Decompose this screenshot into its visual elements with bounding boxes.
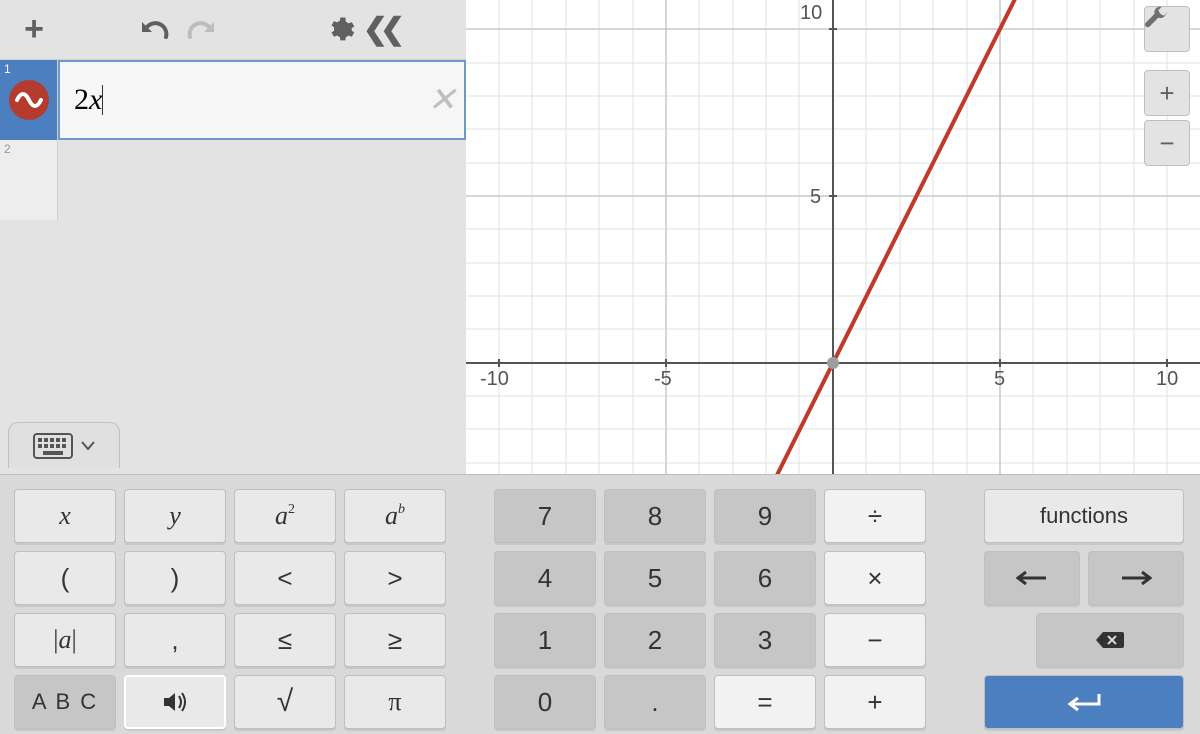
- backspace-icon: [1095, 630, 1125, 650]
- key-sqrt[interactable]: √: [234, 675, 336, 729]
- key-6[interactable]: 6: [714, 551, 816, 605]
- axis-label-xneg10: -10: [480, 368, 509, 391]
- key-pi[interactable]: π: [344, 675, 446, 729]
- key-comma[interactable]: ,: [124, 613, 226, 667]
- redo-button[interactable]: [180, 10, 220, 50]
- key-cursor-left[interactable]: [984, 551, 1080, 605]
- axis-label-y10: 10: [800, 2, 822, 25]
- key-backspace[interactable]: [1036, 613, 1184, 667]
- wave-icon: [14, 85, 44, 115]
- key-open-paren[interactable]: (: [14, 551, 116, 605]
- expression-row-2[interactable]: 2 ✕: [0, 140, 466, 220]
- key-4[interactable]: 4: [494, 551, 596, 605]
- key-divide[interactable]: ÷: [824, 489, 926, 543]
- key-7[interactable]: 7: [494, 489, 596, 543]
- key-3[interactable]: 3: [714, 613, 816, 667]
- keypad: x y a2 ab ( ) < > |a| , ≤ ≥ A B C √ π 7 …: [0, 474, 1200, 734]
- axis-label-xneg5: -5: [654, 368, 672, 391]
- key-2[interactable]: 2: [604, 613, 706, 667]
- add-expression-button[interactable]: +: [14, 10, 54, 50]
- graph-settings-button[interactable]: [1144, 6, 1190, 52]
- settings-button[interactable]: [320, 10, 360, 50]
- key-lte[interactable]: ≤: [234, 613, 336, 667]
- axis-label-x10: 10: [1156, 368, 1178, 391]
- arrow-right-icon: [1120, 571, 1152, 585]
- key-abs[interactable]: |a|: [14, 613, 116, 667]
- axis-label-y5: 5: [810, 186, 821, 209]
- key-8[interactable]: 8: [604, 489, 706, 543]
- expression-sidebar: + ❮❮ 1 2x ✕: [0, 0, 466, 474]
- key-gte[interactable]: ≥: [344, 613, 446, 667]
- delete-expression-button[interactable]: ✕: [428, 80, 457, 120]
- undo-button[interactable]: [136, 10, 176, 50]
- key-enter[interactable]: [984, 675, 1184, 729]
- gear-icon: [325, 15, 355, 45]
- redo-icon: [183, 17, 217, 43]
- key-plus[interactable]: +: [824, 675, 926, 729]
- key-equals[interactable]: =: [714, 675, 816, 729]
- key-5[interactable]: 5: [604, 551, 706, 605]
- enter-icon: [1064, 691, 1104, 713]
- key-functions[interactable]: functions: [984, 489, 1184, 543]
- zoom-in-button[interactable]: +: [1144, 70, 1190, 116]
- collapse-sidebar-button[interactable]: ❮❮: [360, 10, 400, 50]
- keyboard-icon: [33, 433, 73, 459]
- key-greater-than[interactable]: >: [344, 551, 446, 605]
- key-abc[interactable]: A B C: [14, 675, 116, 729]
- undo-icon: [139, 17, 173, 43]
- key-less-than[interactable]: <: [234, 551, 336, 605]
- key-y[interactable]: y: [124, 489, 226, 543]
- graph-area[interactable]: -10 -5 5 10 5 10 + −: [466, 0, 1200, 474]
- expression-input-2[interactable]: ✕: [58, 140, 466, 220]
- toolbar: + ❮❮: [0, 0, 466, 60]
- chevron-down-icon: [81, 441, 95, 451]
- key-x[interactable]: x: [14, 489, 116, 543]
- key-9[interactable]: 9: [714, 489, 816, 543]
- expression-color-badge[interactable]: [9, 80, 49, 120]
- wrench-icon: [1144, 6, 1168, 30]
- key-minus[interactable]: −: [824, 613, 926, 667]
- key-a-squared[interactable]: a2: [234, 489, 336, 543]
- key-cursor-right[interactable]: [1088, 551, 1184, 605]
- expression-row-1[interactable]: 1 2x ✕: [0, 60, 466, 140]
- zoom-out-button[interactable]: −: [1144, 120, 1190, 166]
- speaker-icon: [162, 691, 188, 713]
- axis-label-x5: 5: [994, 368, 1005, 391]
- expression-index: 2: [4, 142, 11, 156]
- key-a-power-b[interactable]: ab: [344, 489, 446, 543]
- keyboard-toggle-button[interactable]: [8, 422, 120, 468]
- key-dot[interactable]: .: [604, 675, 706, 729]
- expression-input-1[interactable]: 2x ✕: [58, 60, 466, 140]
- key-audio[interactable]: [124, 675, 226, 729]
- expression-index: 1: [4, 62, 11, 76]
- key-0[interactable]: 0: [494, 675, 596, 729]
- key-multiply[interactable]: ×: [824, 551, 926, 605]
- key-close-paren[interactable]: ): [124, 551, 226, 605]
- key-1[interactable]: 1: [494, 613, 596, 667]
- arrow-left-icon: [1016, 571, 1048, 585]
